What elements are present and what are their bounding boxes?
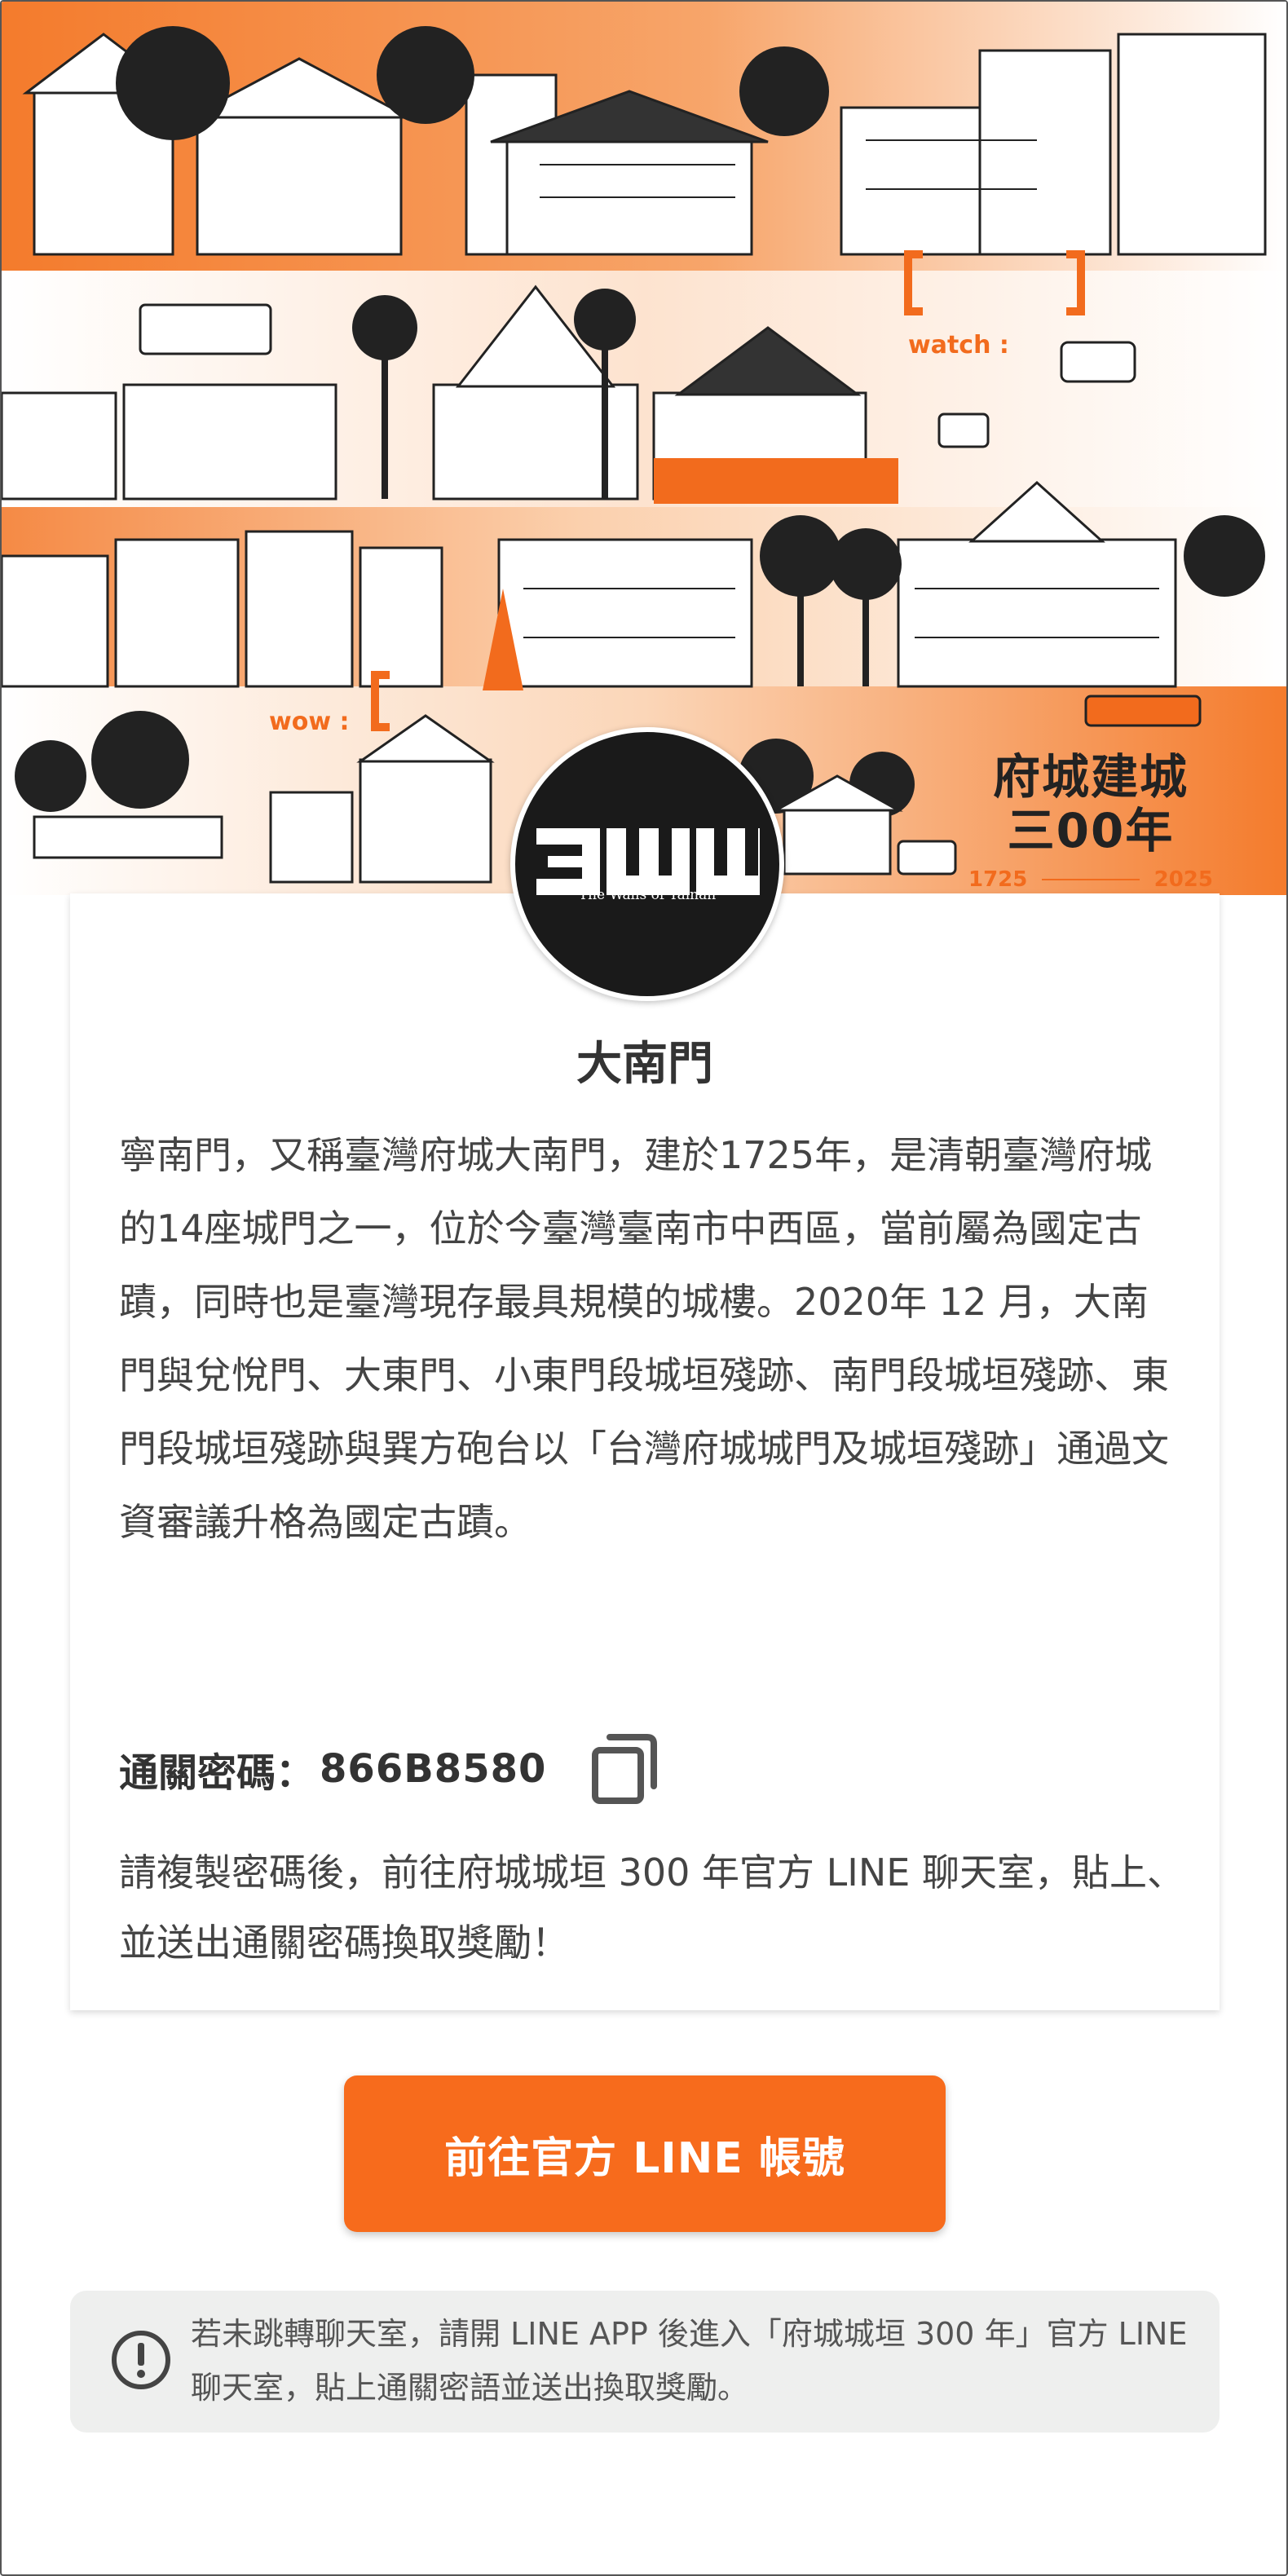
brand-title-line1: 府城建城	[992, 749, 1189, 805]
brand-years: 1725 2025	[968, 867, 1213, 892]
year-start: 1725	[968, 867, 1028, 892]
copy-button[interactable]	[589, 1732, 659, 1806]
brand-title-line2: 三00年	[1007, 803, 1175, 858]
notice-text: 若未跳轉聊天室，請開 LINE APP 後進入「府城城垣 300 年」官方 LI…	[191, 2316, 1188, 2406]
pass-code-row: 通關密碼： 866B8580	[119, 1734, 659, 1804]
pass-code-label: 通關密碼：	[119, 1750, 315, 1796]
pass-code-value[interactable]: 866B8580	[320, 1746, 546, 1792]
info-card: 大南門 寧南門，又稱臺灣府城大南門，建於1725年，是清朝臺灣府城的14座城門之…	[70, 893, 1220, 2010]
wow-tag: wow :	[269, 708, 350, 736]
card-description: 寧南門，又稱臺灣府城大南門，建於1725年，是清朝臺灣府城的14座城門之一，位於…	[119, 1133, 1169, 1544]
watch-tag: watch :	[908, 331, 1009, 359]
card-title: 大南門	[576, 1038, 713, 1091]
year-divider	[1042, 879, 1140, 880]
notice-box: 若未跳轉聊天室，請開 LINE APP 後進入「府城城垣 300 年」官方 LI…	[70, 2291, 1220, 2433]
walls-logo-icon	[536, 828, 760, 895]
avatar-caption: The Walls of Tainan	[578, 887, 717, 903]
card-instructions: 請複製密碼後，前往府城城垣 300 年官方 LINE 聊天室，貼上、並送出通關密…	[119, 1850, 1184, 1965]
page-frame: watch : wow : 府城建城 三00年 1725 2025 The Wa…	[0, 0, 1288, 2576]
alert-circle-icon	[112, 2331, 170, 2389]
brand-block: 府城建城 三00年 1725 2025	[968, 750, 1213, 892]
copy-icon	[592, 1734, 658, 1804]
avatar: The Walls of Tainan	[510, 727, 784, 1001]
year-end: 2025	[1153, 867, 1213, 892]
go-to-line-button[interactable]: 前往官方 LINE 帳號	[344, 2075, 946, 2232]
